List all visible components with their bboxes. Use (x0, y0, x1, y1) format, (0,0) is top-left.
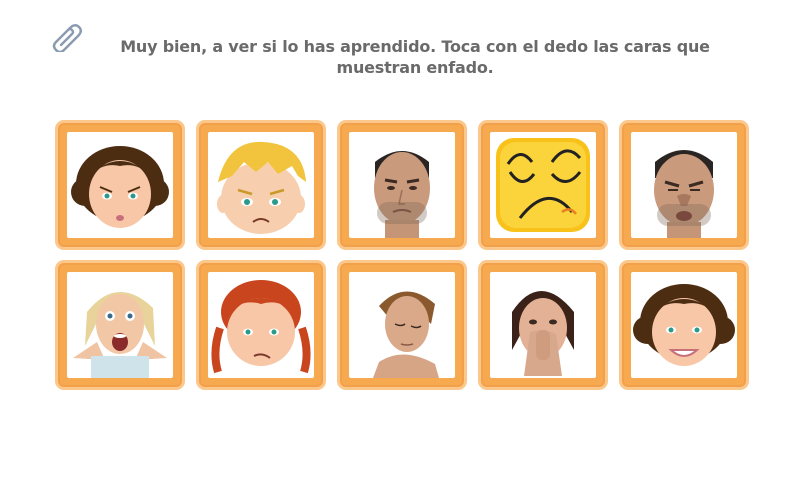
face-image (349, 132, 455, 238)
face-card-10[interactable] (619, 260, 749, 390)
face-card-9[interactable] (478, 260, 608, 390)
instruction-text: Muy bien, a ver si lo has aprendido. Toc… (120, 37, 710, 77)
face-image (631, 272, 737, 378)
face-card-3[interactable] (337, 120, 467, 250)
face-card-2[interactable] (196, 120, 326, 250)
face-image (490, 132, 596, 238)
face-card-6[interactable] (55, 260, 185, 390)
face-card-7[interactable] (196, 260, 326, 390)
face-card-4[interactable] (478, 120, 608, 250)
face-image (631, 132, 737, 238)
face-card-5[interactable] (619, 120, 749, 250)
face-image (67, 132, 173, 238)
face-image (208, 132, 314, 238)
face-image (208, 272, 314, 378)
face-card-8[interactable] (337, 260, 467, 390)
face-image (490, 272, 596, 378)
face-card-1[interactable] (55, 120, 185, 250)
face-image (67, 272, 173, 378)
paperclip-icon[interactable] (48, 20, 86, 54)
face-image (349, 272, 455, 378)
